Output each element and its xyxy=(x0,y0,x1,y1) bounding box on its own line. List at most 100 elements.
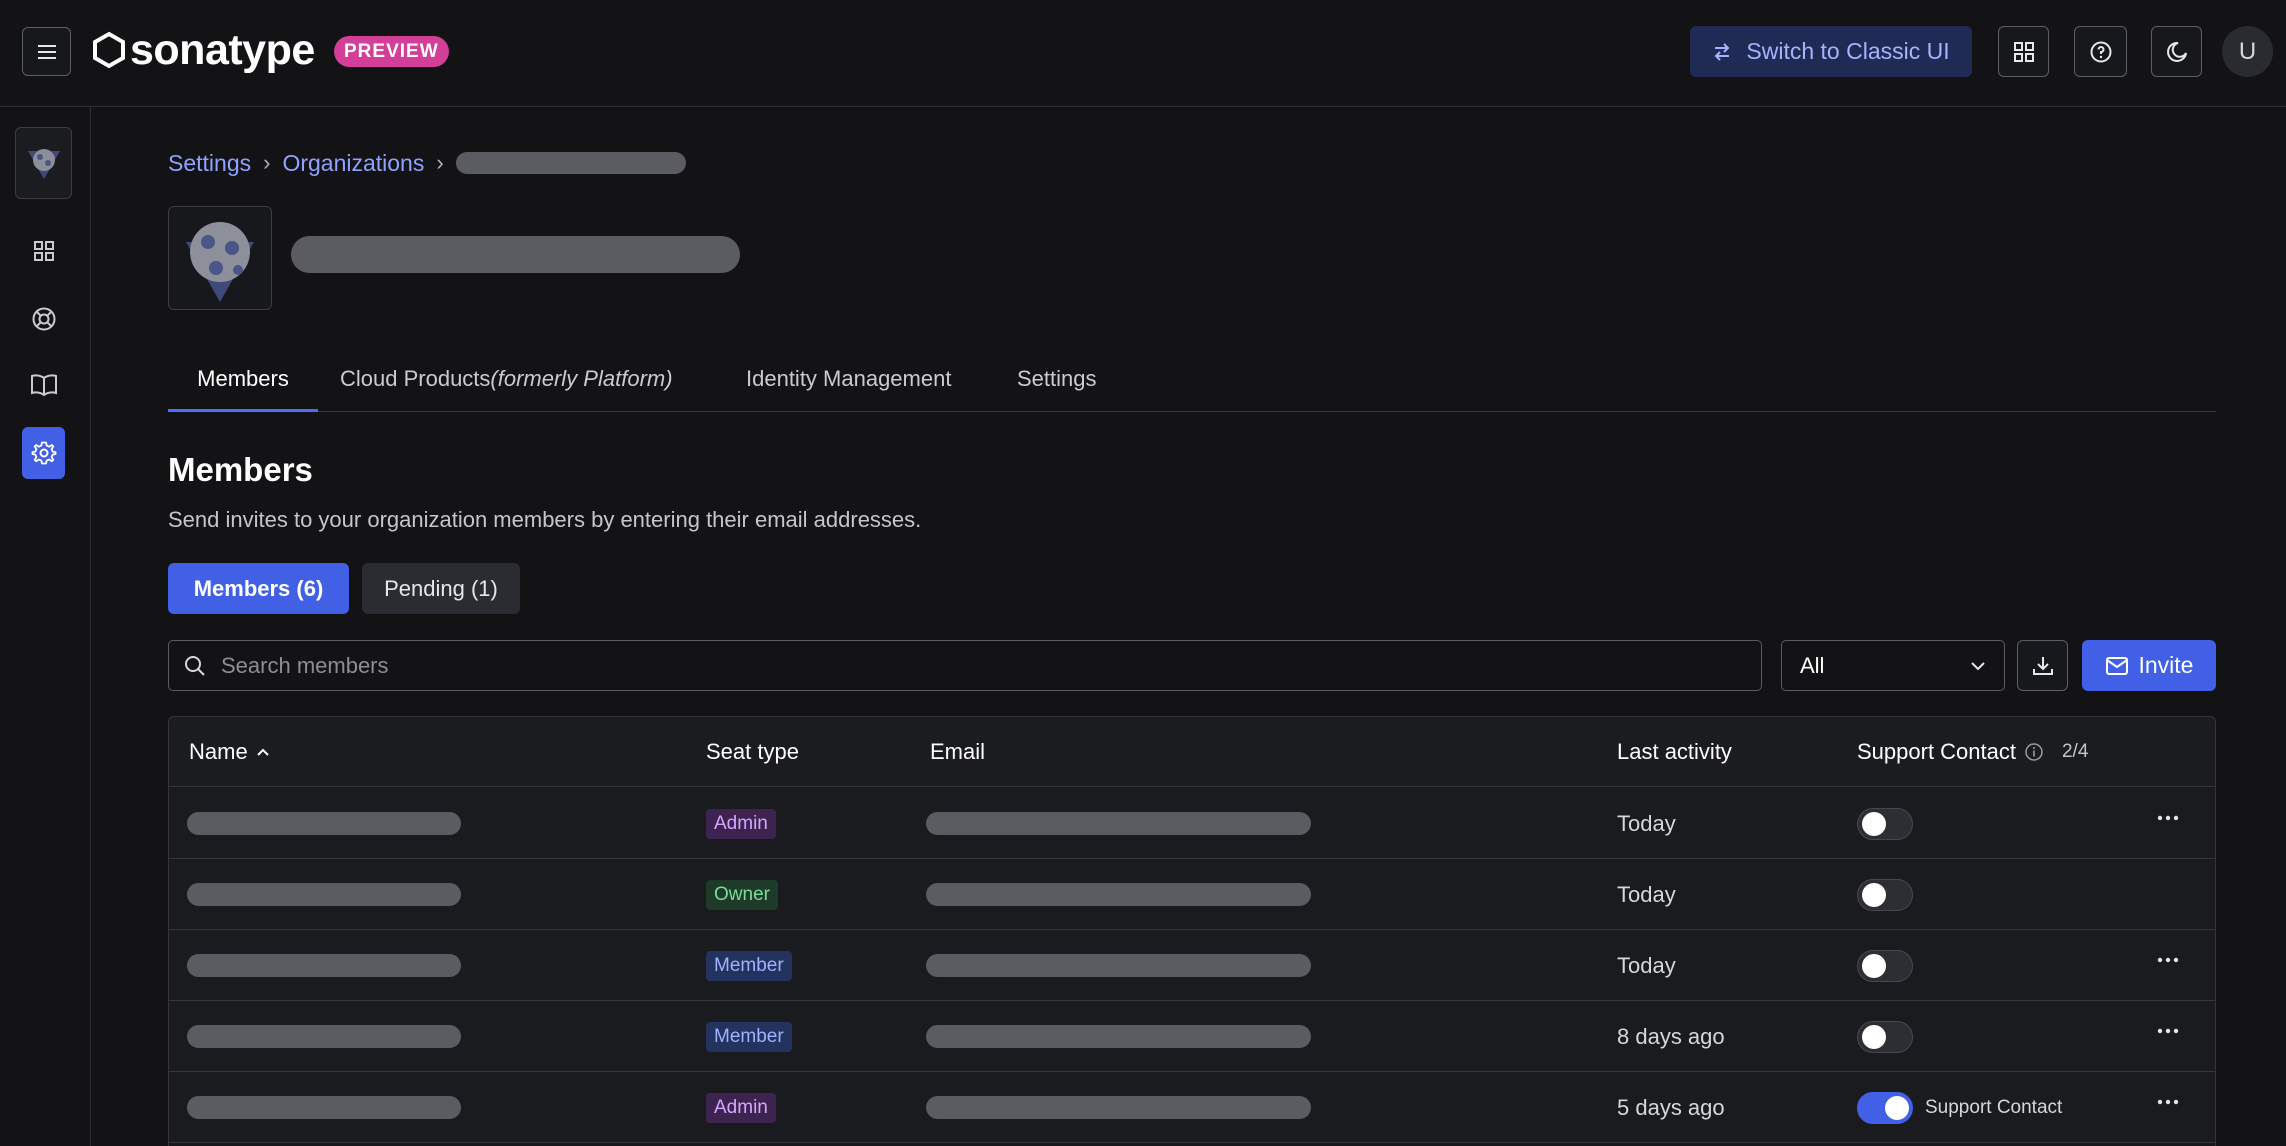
members-segment-button[interactable]: Members (6) xyxy=(168,563,349,614)
support-contact-cell xyxy=(1857,1001,1913,1072)
sidebar xyxy=(0,107,91,1146)
support-contact-toggle[interactable] xyxy=(1857,949,1913,982)
breadcrumb-settings-link[interactable]: Settings xyxy=(168,150,251,177)
hamburger-menu-button[interactable] xyxy=(22,27,71,76)
last-activity-cell: 8 days ago xyxy=(1617,1023,1725,1049)
tab-identity-management[interactable]: Identity Management xyxy=(746,360,951,412)
email-cell xyxy=(926,788,1311,859)
org-logo-icon xyxy=(27,149,60,179)
sidebar-item-docs[interactable] xyxy=(22,359,65,411)
toggle-knob xyxy=(1862,882,1886,907)
swap-arrows-icon xyxy=(1714,42,1730,61)
member-email-redacted xyxy=(926,883,1311,906)
support-contact-cell xyxy=(1857,788,1913,859)
seat-type-badge: Member xyxy=(706,950,792,981)
user-avatar[interactable]: U xyxy=(2222,26,2273,77)
sidebar-item-dashboard[interactable] xyxy=(22,225,65,277)
dashboard-grid-icon xyxy=(33,241,54,261)
seat-type-cell: Admin xyxy=(706,788,776,859)
invite-button[interactable]: Invite xyxy=(2082,640,2216,691)
email-cell xyxy=(926,930,1311,1001)
member-name-cell xyxy=(187,788,461,859)
table-row: Owner Today xyxy=(169,859,2215,930)
email-cell xyxy=(926,1001,1311,1072)
member-email-redacted xyxy=(926,812,1311,835)
gear-icon xyxy=(31,441,56,465)
sort-ascending-icon xyxy=(256,748,269,756)
seat-type-badge: Owner xyxy=(706,879,778,910)
seat-type-cell: Member xyxy=(706,1001,792,1072)
column-email-label: Email xyxy=(930,739,986,764)
logo-text: sonatype xyxy=(130,25,315,74)
table-row: Member 8 days ago xyxy=(169,1001,2215,1072)
org-logo-icon xyxy=(186,222,254,302)
column-last-activity-label: Last activity xyxy=(1617,739,1732,764)
organization-logo xyxy=(168,206,272,310)
hamburger-icon xyxy=(37,44,56,59)
apps-button[interactable] xyxy=(1998,26,2049,77)
sonatype-logo[interactable]: sonatype xyxy=(92,24,315,76)
tab-cloud-products[interactable]: Cloud Products(formerly Platform) xyxy=(340,360,673,412)
tab-settings-label: Settings xyxy=(1017,366,1097,391)
member-name-cell xyxy=(187,1072,461,1143)
email-cell xyxy=(926,859,1311,930)
toggle-knob xyxy=(1862,1024,1886,1049)
seat-type-badge: Admin xyxy=(706,1092,776,1123)
search-icon xyxy=(185,655,205,676)
support-contact-cell: Support Contact xyxy=(1857,1072,2062,1143)
member-name-redacted xyxy=(187,1096,461,1119)
column-name-header[interactable]: Name xyxy=(189,739,270,765)
toggle-knob xyxy=(1862,811,1886,836)
support-contact-toggle[interactable] xyxy=(1857,1091,1913,1124)
role-filter-select[interactable]: All xyxy=(1781,640,2005,691)
support-contact-toggle[interactable] xyxy=(1857,807,1913,840)
member-name-redacted xyxy=(187,883,461,906)
support-contact-toggle[interactable] xyxy=(1857,878,1913,911)
theme-toggle-button[interactable] xyxy=(2151,26,2202,77)
row-actions-button[interactable] xyxy=(2157,1072,2179,1132)
seat-type-badge: Admin xyxy=(706,808,776,839)
tab-cloud-products-suffix: (formerly Platform) xyxy=(490,366,673,391)
sidebar-item-settings[interactable] xyxy=(22,427,65,479)
row-actions-button[interactable] xyxy=(2157,788,2179,848)
org-tabs: Members Cloud Products(formerly Platform… xyxy=(168,360,2216,412)
column-name-label: Name xyxy=(189,739,248,764)
organization-name-redacted xyxy=(291,236,740,273)
column-seat-type-header: Seat type xyxy=(706,739,799,765)
lifebuoy-icon xyxy=(32,307,55,331)
section-title: Members xyxy=(168,451,313,488)
support-contact-toggle-label: Support Contact xyxy=(1925,1096,2063,1118)
download-icon xyxy=(2032,656,2053,675)
last-activity-cell: 5 days ago xyxy=(1617,1094,1725,1120)
mail-icon xyxy=(2105,656,2128,675)
download-button[interactable] xyxy=(2017,640,2068,691)
column-support-contact-label: Support Contact xyxy=(1857,739,2016,764)
member-email-redacted xyxy=(926,1096,1311,1119)
more-horizontal-icon xyxy=(2157,815,2179,821)
column-last-activity-header: Last activity xyxy=(1617,739,1732,765)
row-actions-button[interactable] xyxy=(2157,1001,2179,1061)
hexagon-logo-icon xyxy=(93,31,125,69)
pending-segment-button[interactable]: Pending (1) xyxy=(362,563,520,614)
org-switcher-avatar[interactable] xyxy=(15,127,72,199)
support-contact-toggle[interactable] xyxy=(1857,1020,1913,1053)
breadcrumb-organizations-link[interactable]: Organizations xyxy=(282,150,424,177)
chevron-right-icon: › xyxy=(436,150,444,175)
help-button[interactable] xyxy=(2074,26,2127,77)
member-name-cell xyxy=(187,930,461,1001)
seat-type-cell: Admin xyxy=(706,1072,776,1143)
book-open-icon xyxy=(30,374,57,397)
member-name-cell xyxy=(187,1001,461,1072)
preview-badge: PREVIEW xyxy=(334,36,449,67)
sidebar-item-support[interactable] xyxy=(22,293,65,345)
table-row: Admin 5 days ago Support Contact xyxy=(169,1072,2215,1143)
search-input[interactable] xyxy=(221,652,1721,679)
tab-settings[interactable]: Settings xyxy=(1017,360,1097,412)
row-actions-button[interactable] xyxy=(2157,930,2179,990)
question-circle-icon xyxy=(2090,41,2111,62)
switch-to-classic-ui-button[interactable]: Switch to Classic UI xyxy=(1690,26,1972,77)
info-icon[interactable] xyxy=(2024,742,2044,762)
last-activity-cell: Today xyxy=(1617,881,1676,907)
tab-members[interactable]: Members xyxy=(168,360,318,412)
role-filter-value: All xyxy=(1800,652,1825,678)
